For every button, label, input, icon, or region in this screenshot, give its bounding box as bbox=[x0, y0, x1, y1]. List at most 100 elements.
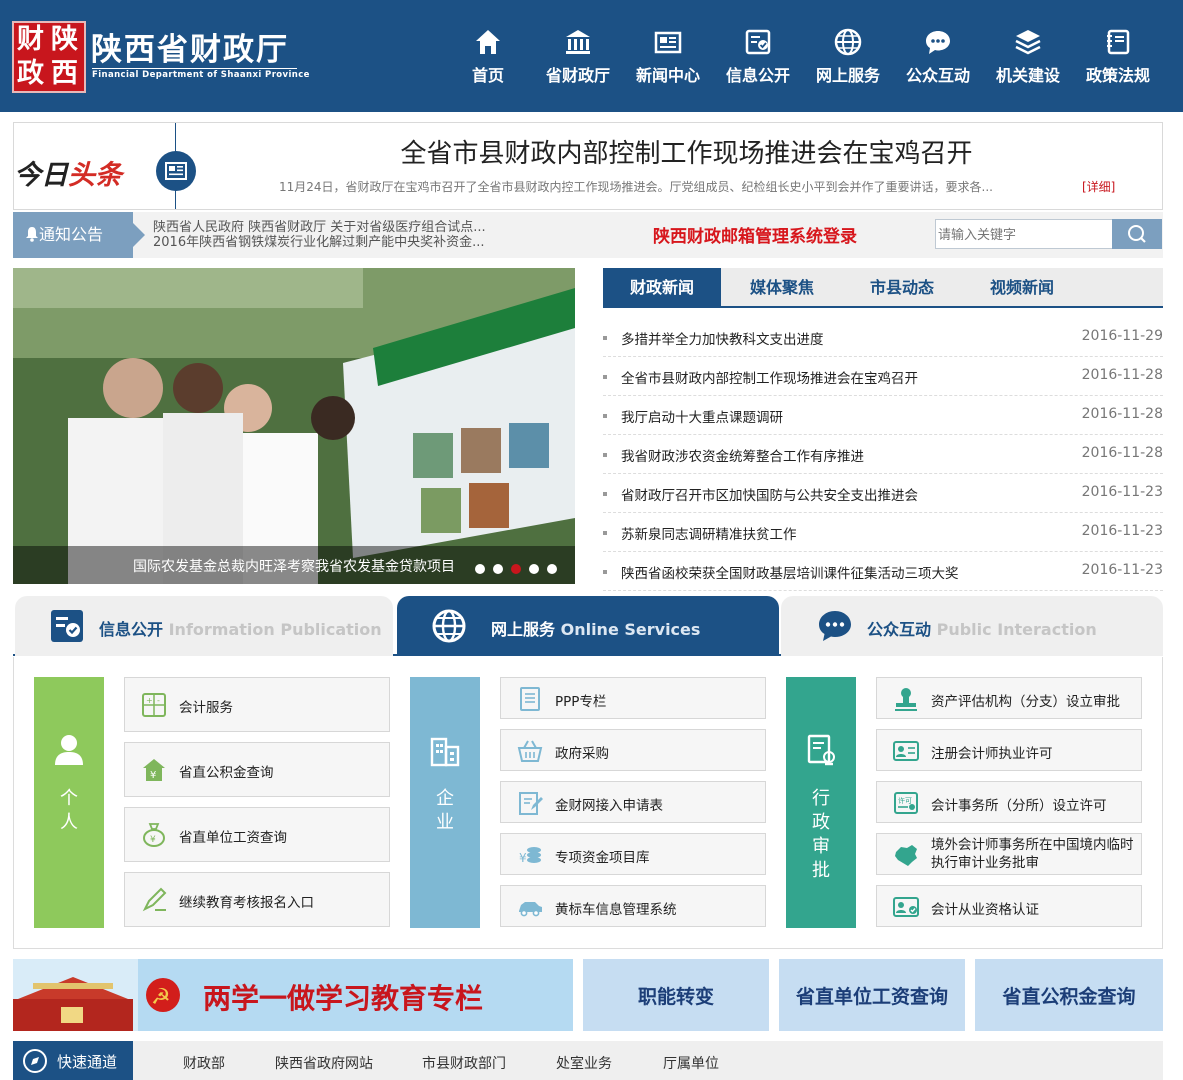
bullet bbox=[603, 453, 607, 457]
book-icon bbox=[1107, 29, 1130, 55]
slider-dot[interactable] bbox=[511, 564, 521, 574]
svg-text:¥: ¥ bbox=[150, 770, 156, 781]
search-input[interactable] bbox=[935, 219, 1113, 249]
slider-dot[interactable] bbox=[547, 564, 557, 574]
newspaper-icon bbox=[156, 151, 196, 191]
nav-department[interactable]: 省财政厅 bbox=[533, 28, 623, 90]
category-admin-approval[interactable]: 行 政 审 批 bbox=[786, 677, 856, 928]
bullet bbox=[603, 414, 607, 418]
news-item[interactable]: 陕西省函校荣获全国财政基层培训课件征集活动三项大奖 2016-11-23 bbox=[603, 552, 1163, 591]
news-item[interactable]: 省财政厅召开市区加快国防与公共安全支出推进会 2016-11-23 bbox=[603, 474, 1163, 513]
online-services-panel: 个 人 + - 会计服务 ¥ 省直公积金查询 ¥ 省直单位工资查询 继续教育考核报… bbox=[13, 657, 1163, 949]
home-icon bbox=[476, 30, 500, 54]
news-title: 陕西省函校荣获全国财政基层培训课件征集活动三项大奖 bbox=[621, 566, 959, 582]
service-gov-procurement[interactable]: 政府采购 bbox=[500, 729, 766, 771]
site-title[interactable]: 陕西省财政厅 bbox=[91, 33, 289, 67]
notice-bar: 通知公告 陕西省人民政府 陕西省财政厅 关于对省级医疗组合试点... 2016年… bbox=[13, 212, 1163, 258]
bullet bbox=[603, 336, 607, 340]
banner-housing-fund-query[interactable]: 省直公积金查询 bbox=[975, 959, 1163, 1031]
banner-function-transform[interactable]: 职能转变 bbox=[583, 959, 769, 1031]
pencil-icon bbox=[142, 887, 167, 912]
nav-party-building[interactable]: 机关建设 bbox=[983, 28, 1073, 90]
service-jincai-network[interactable]: 金财网接入申请表 bbox=[500, 781, 766, 823]
main-nav: 首页 省财政厅 新闻中心 信息公开 网上服务 公众互动 机关建设 政策法规 bbox=[443, 0, 1183, 112]
nav-home[interactable]: 首页 bbox=[443, 28, 533, 90]
tab-public-interaction[interactable]: 公众互动 Public Interaction bbox=[781, 596, 1163, 656]
tab-online-services[interactable]: 网上服务 Online Services bbox=[397, 596, 779, 656]
news-tabs: 财政新闻 媒体聚焦 市县动态 视频新闻 bbox=[603, 268, 1163, 308]
banner-salary-query[interactable]: 省直单位工资查询 bbox=[779, 959, 965, 1031]
quick-link-office-business[interactable]: 处室业务 bbox=[556, 1053, 612, 1073]
slider-dot[interactable] bbox=[475, 564, 485, 574]
service-yellow-car[interactable]: 黄标车信息管理系统 bbox=[500, 885, 766, 927]
slider-dot[interactable] bbox=[529, 564, 539, 574]
search-box bbox=[935, 219, 1162, 249]
news-title: 苏新泉同志调研精准扶贫工作 bbox=[621, 527, 797, 543]
bullet bbox=[603, 570, 607, 574]
photo-slider[interactable]: 国际农发基金总裁内旺泽考察我省农发基金贷款项目 bbox=[13, 268, 575, 584]
logo-divider bbox=[92, 68, 297, 69]
house-yuan-icon: ¥ bbox=[143, 759, 165, 781]
service-ppp[interactable]: PPP专栏 bbox=[500, 677, 766, 719]
slider-dot[interactable] bbox=[493, 564, 503, 574]
news-item[interactable]: 我厅启动十大重点课题调研 2016-11-28 bbox=[603, 396, 1163, 435]
quick-link-province-gov[interactable]: 陕西省政府网站 bbox=[275, 1053, 373, 1073]
nav-news[interactable]: 新闻中心 bbox=[623, 28, 713, 90]
news-list: 多措并举全力加快教科文支出进度 2016-11-29 全省市县财政内部控制工作现场推… bbox=[603, 318, 1163, 591]
news-date: 2016-11-28 bbox=[1081, 445, 1163, 461]
search-icon bbox=[1128, 225, 1146, 243]
coins-icon: ¥ bbox=[519, 847, 541, 865]
nav-info-public[interactable]: 信息公开 bbox=[713, 28, 803, 90]
banner-study-education[interactable]: ☭ 两学一做学习教育专栏 bbox=[13, 959, 573, 1031]
tab-media-focus[interactable]: 媒体聚焦 bbox=[723, 268, 841, 308]
bullet bbox=[603, 531, 607, 535]
banner-study-title: 两学一做学习教育专栏 bbox=[203, 982, 484, 1015]
notice-item[interactable]: 陕西省人民政府 陕西省财政厅 关于对省级医疗组合试点... bbox=[153, 220, 513, 235]
globe-icon bbox=[432, 609, 466, 643]
tab-info-publication[interactable]: 信息公开 Information Publication bbox=[15, 596, 393, 656]
news-date: 2016-11-28 bbox=[1081, 406, 1163, 422]
news-title: 我省财政涉农资金统筹整合工作有序推进 bbox=[621, 449, 864, 465]
mail-login-link[interactable]: 陕西财政邮箱管理系统登录 bbox=[653, 222, 857, 247]
service-housing-fund[interactable]: ¥ 省直公积金查询 bbox=[124, 742, 390, 797]
nav-policy-law[interactable]: 政策法规 bbox=[1073, 28, 1163, 90]
service-accountant-qualification[interactable]: 会计从业资格认证 bbox=[876, 885, 1142, 927]
quick-links-label: 快速通道 bbox=[13, 1041, 133, 1080]
form-edit-icon bbox=[519, 792, 543, 815]
logo-seal[interactable]: 财 陕 政 西 bbox=[12, 21, 86, 93]
category-personal[interactable]: 个 人 bbox=[34, 677, 104, 928]
document-check-icon bbox=[745, 29, 771, 55]
news-item[interactable]: 多措并举全力加快教科文支出进度 2016-11-29 bbox=[603, 318, 1163, 357]
money-bag-icon: ¥ bbox=[143, 823, 165, 847]
headline-more-link[interactable]: [详细] bbox=[1082, 178, 1115, 195]
tab-finance-news[interactable]: 财政新闻 bbox=[603, 268, 721, 308]
news-title: 全省市县财政内部控制工作现场推进会在宝鸡召开 bbox=[621, 371, 918, 387]
chat-icon bbox=[819, 611, 851, 641]
nav-online-services[interactable]: 网上服务 bbox=[803, 28, 893, 90]
nav-public-interaction[interactable]: 公众互动 bbox=[893, 28, 983, 90]
service-salary-query[interactable]: ¥ 省直单位工资查询 bbox=[124, 807, 390, 862]
service-accounting[interactable]: + - 会计服务 bbox=[124, 677, 390, 732]
quick-link-affiliated-units[interactable]: 厅属单位 bbox=[663, 1053, 719, 1073]
quick-links-bar: 快速通道 财政部 陕西省政府网站 市县财政部门 处室业务 厅属单位 bbox=[13, 1041, 1163, 1080]
service-accounting-firm[interactable]: 许可 会计事务所（分所）设立许可 bbox=[876, 781, 1142, 823]
news-date: 2016-11-23 bbox=[1081, 523, 1163, 539]
headline-title[interactable]: 全省市县财政内部控制工作现场推进会在宝鸡召开 bbox=[214, 133, 1159, 170]
news-item[interactable]: 苏新泉同志调研精准扶贫工作 2016-11-23 bbox=[603, 513, 1163, 552]
service-continuing-education[interactable]: 继续教育考核报名入口 bbox=[124, 872, 390, 927]
search-button[interactable] bbox=[1112, 219, 1162, 249]
headline-summary: 11月24日，省财政厅在宝鸡市召开了全省市县财政内控工作现场推进会。厅党组成员、… bbox=[279, 180, 993, 194]
quick-link-mof[interactable]: 财政部 bbox=[183, 1053, 225, 1073]
service-cpa-license[interactable]: 注册会计师执业许可 bbox=[876, 729, 1142, 771]
quick-link-county-finance[interactable]: 市县财政部门 bbox=[422, 1053, 506, 1073]
news-item[interactable]: 全省市县财政内部控制工作现场推进会在宝鸡召开 2016-11-28 bbox=[603, 357, 1163, 396]
service-tabs: 信息公开 Information Publication 网上服务 Online… bbox=[13, 594, 1163, 656]
service-overseas-firm[interactable]: 境外会计师事务所在中国境内临时执行审计业务批审 bbox=[876, 833, 1142, 875]
notice-item[interactable]: 2016年陕西省钢铁煤炭行业化解过剩产能中央奖补资金... bbox=[153, 235, 513, 250]
tab-county-news[interactable]: 市县动态 bbox=[843, 268, 961, 308]
news-item[interactable]: 我省财政涉农资金统筹整合工作有序推进 2016-11-28 bbox=[603, 435, 1163, 474]
service-special-fund[interactable]: ¥ 专项资金项目库 bbox=[500, 833, 766, 875]
category-enterprise[interactable]: 企 业 bbox=[410, 677, 480, 928]
tab-video-news[interactable]: 视频新闻 bbox=[963, 268, 1081, 308]
service-asset-evaluation[interactable]: 资产评估机构（分支）设立审批 bbox=[876, 677, 1142, 719]
